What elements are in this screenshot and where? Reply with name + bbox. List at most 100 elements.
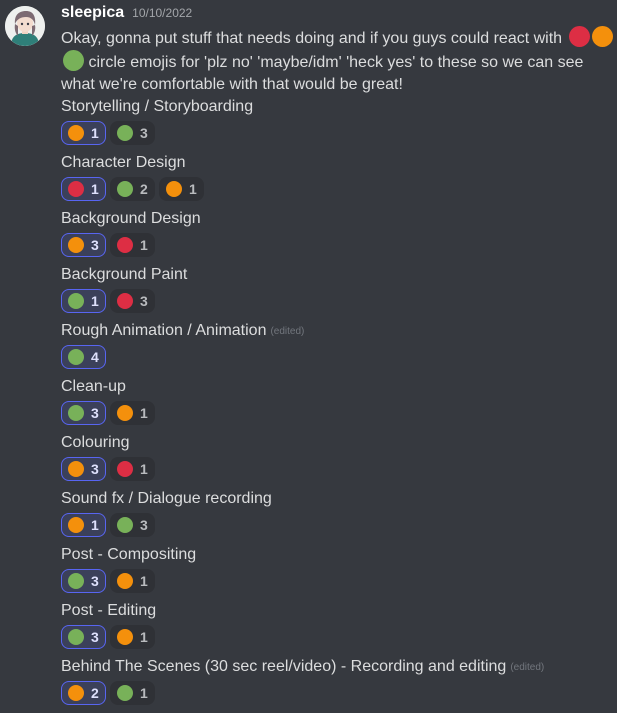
reaction-green-circle[interactable]: 3 [110, 513, 155, 537]
task-title: Character Design [61, 152, 613, 174]
edited-label: (edited) [270, 326, 305, 337]
red-circle-icon [117, 293, 133, 309]
reaction-green-circle[interactable]: 1 [110, 681, 155, 705]
reaction-orange-circle[interactable]: 1 [61, 121, 106, 145]
task-item: Background Design 3 1 [61, 208, 613, 264]
task-title-text: Character Design [61, 154, 186, 171]
reaction-count: 2 [91, 685, 99, 701]
reaction-orange-circle[interactable]: 1 [159, 177, 204, 201]
reactions: 31 [61, 625, 159, 649]
reaction-count: 1 [140, 405, 148, 421]
reaction-count: 1 [91, 517, 99, 533]
reactions: 1 2 1 [61, 177, 208, 201]
reactions: 31 [61, 569, 159, 593]
green-circle-icon [117, 685, 133, 701]
reaction-count: 1 [140, 685, 148, 701]
reaction-green-circle[interactable]: 3 [61, 625, 106, 649]
intro-text: Okay, gonna put stuff that needs doing a… [61, 30, 563, 47]
reaction-orange-circle[interactable]: 1 [110, 625, 155, 649]
reaction-green-circle[interactable]: 3 [61, 401, 106, 425]
reaction-count: 1 [91, 293, 99, 309]
reaction-count: 1 [91, 181, 99, 197]
avatar-portrait-icon [5, 6, 45, 46]
reaction-count: 1 [140, 629, 148, 645]
orange-circle-icon [591, 26, 613, 47]
task-title: Sound fx / Dialogue recording [61, 488, 613, 510]
task-title-text: Background Design [61, 210, 201, 227]
green-circle-icon [68, 629, 84, 645]
reaction-count: 3 [140, 517, 148, 533]
reactions: 21 [61, 681, 159, 705]
reaction-orange-circle[interactable]: 1 [110, 401, 155, 425]
task-title: Post - Editing [61, 600, 613, 622]
reaction-green-circle[interactable]: 4 [61, 345, 106, 369]
reaction-count: 3 [140, 125, 148, 141]
reaction-red-circle[interactable]: 1 [110, 233, 155, 257]
reaction-orange-circle[interactable]: 3 [61, 457, 106, 481]
reaction-orange-circle[interactable]: 1 [61, 513, 106, 537]
task-title: Post - Compositing [61, 544, 613, 566]
red-circle-icon [117, 461, 133, 477]
reaction-green-circle[interactable]: 3 [110, 121, 155, 145]
orange-circle-icon [117, 405, 133, 421]
message-intro: Okay, gonna put stuff that needs doing a… [61, 26, 613, 96]
task-title: Background Design [61, 208, 613, 230]
red-circle-icon [117, 237, 133, 253]
reactions: 31 [61, 457, 159, 481]
task-title-text: Post - Editing [61, 602, 157, 619]
green-circle-icon [68, 349, 84, 365]
task-title-text: Rough Animation / Animation [61, 322, 267, 339]
green-circle-icon [117, 125, 133, 141]
task-item: Clean-up 3 1 [61, 376, 613, 432]
task-item: Storytelling / Storyboarding 1 3 [61, 96, 613, 152]
reaction-orange-circle[interactable]: 3 [61, 233, 106, 257]
red-circle-icon [568, 26, 590, 47]
username[interactable]: sleepica [61, 4, 124, 22]
red-circle-icon [68, 181, 84, 197]
reactions: 13 [61, 513, 159, 537]
orange-circle-icon [68, 517, 84, 533]
reaction-orange-circle[interactable]: 1 [110, 569, 155, 593]
task-title: Behind The Scenes (30 sec reel/video) - … [61, 656, 613, 678]
task-title-text: Sound fx / Dialogue recording [61, 490, 272, 507]
orange-circle-icon [166, 181, 182, 197]
task-item: Rough Animation / Animation (edited) 4 [61, 320, 613, 376]
reaction-count: 1 [140, 461, 148, 477]
reaction-red-circle[interactable]: 1 [110, 457, 155, 481]
task-item: Post - Editing 3 1 [61, 600, 613, 656]
task-title-text: Colouring [61, 434, 130, 451]
reaction-count: 4 [91, 349, 99, 365]
task-item: Post - Compositing 3 1 [61, 544, 613, 600]
reaction-green-circle[interactable]: 3 [61, 569, 106, 593]
orange-circle-icon [68, 125, 84, 141]
task-title: Rough Animation / Animation (edited) [61, 320, 613, 342]
task-item: Character Design 1 2 1 [61, 152, 613, 208]
reaction-count: 1 [140, 237, 148, 253]
intro-text-after: circle emojis for 'plz no' 'maybe/idm' '… [61, 54, 584, 93]
task-title-text: Storytelling / Storyboarding [61, 98, 254, 115]
task-title-text: Post - Compositing [61, 546, 197, 563]
reaction-red-circle[interactable]: 3 [110, 289, 155, 313]
task-item: Sound fx / Dialogue recording 1 3 [61, 488, 613, 544]
reaction-red-circle[interactable]: 1 [61, 177, 106, 201]
green-circle-icon [68, 405, 84, 421]
task-list: Storytelling / Storyboarding 1 3 Character … [61, 96, 613, 712]
task-item: Background Paint 1 3 [61, 264, 613, 320]
reaction-count: 3 [91, 629, 99, 645]
orange-circle-icon [68, 685, 84, 701]
task-title-text: Clean-up [61, 378, 126, 395]
chat-message: sleepica 10/10/2022 Okay, gonna put stuf… [0, 0, 617, 713]
green-circle-icon [68, 573, 84, 589]
green-circle-icon [68, 293, 84, 309]
avatar[interactable] [5, 6, 45, 46]
reactions: 13 [61, 121, 159, 145]
reactions: 31 [61, 401, 159, 425]
green-circle-icon [117, 517, 133, 533]
edited-label: (edited) [510, 662, 545, 673]
orange-circle-icon [117, 629, 133, 645]
orange-circle-icon [117, 573, 133, 589]
reaction-green-circle[interactable]: 1 [61, 289, 106, 313]
reaction-green-circle[interactable]: 2 [110, 177, 155, 201]
reaction-count: 3 [91, 405, 99, 421]
reaction-orange-circle[interactable]: 2 [61, 681, 106, 705]
